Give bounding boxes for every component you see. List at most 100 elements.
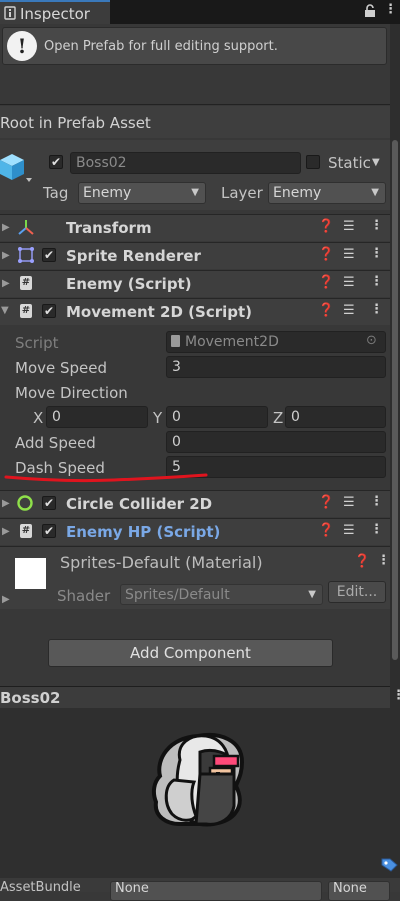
presets-icon[interactable]: ☰ xyxy=(343,247,355,262)
help-icon[interactable]: ❓ xyxy=(318,247,334,262)
tag-dropdown[interactable]: Enemy ▼ xyxy=(78,182,206,204)
script-label: Script xyxy=(15,334,59,352)
help-icon[interactable]: ❓ xyxy=(318,523,334,538)
edit-shader-button[interactable]: Edit... xyxy=(328,581,386,603)
more-options-icon[interactable]: ⋮ xyxy=(370,302,383,317)
move-speed-label: Move Speed xyxy=(15,359,108,377)
help-text: Open Prefab for full editing support. xyxy=(44,39,278,54)
script-icon: # xyxy=(20,304,32,318)
more-options-icon[interactable]: ⋮ xyxy=(370,494,383,509)
add-component-button[interactable]: Add Component xyxy=(48,639,333,667)
layer-label: Layer xyxy=(221,184,263,202)
material-preview-swatch xyxy=(15,558,46,589)
foldout-arrow-icon[interactable]: ▶ xyxy=(2,222,10,233)
static-dropdown-icon[interactable]: ▼ xyxy=(372,157,380,168)
lock-icon[interactable] xyxy=(364,4,376,22)
foldout-arrow-icon[interactable]: ▶ xyxy=(2,594,10,605)
scrollbar-thumb[interactable] xyxy=(392,140,398,660)
divider xyxy=(0,104,390,105)
presets-icon[interactable]: ☰ xyxy=(343,495,355,510)
preview-title: Boss02 xyxy=(0,689,61,707)
chevron-down-icon: ▼ xyxy=(191,187,199,198)
foldout-arrow-icon[interactable]: ▶ xyxy=(2,498,10,509)
chevron-down-icon: ▼ xyxy=(308,589,316,600)
sprite-renderer-icon xyxy=(18,247,34,263)
tag-value: Enemy xyxy=(83,185,132,201)
static-label[interactable]: Static xyxy=(328,154,371,172)
more-options-icon[interactable]: ⋮ xyxy=(370,246,383,261)
help-icon[interactable]: ❓ xyxy=(354,554,370,569)
component-name: Enemy HP (Script) xyxy=(66,523,221,541)
label-tag-icon[interactable] xyxy=(381,857,398,872)
component-name: Sprite Renderer xyxy=(66,247,201,265)
more-options-icon[interactable]: ⋮ xyxy=(392,688,400,703)
material-name: Sprites-Default (Material) xyxy=(60,553,263,572)
shader-dropdown[interactable]: Sprites/Default ▼ xyxy=(120,584,323,605)
script-icon: # xyxy=(20,524,32,538)
assetbundle-variant-dropdown[interactable]: None xyxy=(328,881,390,901)
red-underline-annotation xyxy=(4,473,208,483)
more-options-icon[interactable]: ⋮ xyxy=(370,274,383,289)
enabled-checkbox[interactable]: ✔ xyxy=(42,496,56,510)
assetbundle-label: AssetBundle xyxy=(0,880,81,895)
script-icon: # xyxy=(20,276,32,290)
z-label: Z xyxy=(273,409,284,427)
presets-icon[interactable]: ☰ xyxy=(343,219,355,234)
help-icon[interactable]: ❓ xyxy=(318,275,334,290)
presets-icon[interactable]: ☰ xyxy=(343,303,355,318)
x-label: X xyxy=(33,409,44,427)
move-direction-label: Move Direction xyxy=(15,384,128,402)
more-options-icon[interactable]: ⋮ xyxy=(370,522,383,537)
info-circle-icon: ! xyxy=(7,31,37,61)
static-checkbox[interactable] xyxy=(306,155,320,169)
more-options-icon[interactable]: ⋮ xyxy=(370,218,383,233)
enabled-checkbox[interactable]: ✔ xyxy=(42,304,56,318)
object-picker-icon[interactable]: ⊙ xyxy=(366,333,377,348)
direction-z-field[interactable]: 0 xyxy=(285,406,386,428)
prefab-root-label: Root in Prefab Asset xyxy=(0,114,151,132)
active-checkbox[interactable]: ✔ xyxy=(49,155,63,169)
foldout-arrow-expanded-icon[interactable]: ▼ xyxy=(1,305,9,316)
assetbundle-dropdown[interactable]: None xyxy=(110,881,322,901)
help-icon[interactable]: ❓ xyxy=(318,219,334,234)
component-name: Enemy (Script) xyxy=(66,275,192,293)
tag-label: Tag xyxy=(43,184,69,202)
help-box: ! Open Prefab for full editing support. xyxy=(2,27,387,65)
presets-icon[interactable]: ☰ xyxy=(343,275,355,290)
circle-collider-icon xyxy=(17,495,33,511)
tab-inspector[interactable]: Inspector xyxy=(0,0,110,24)
script-field: Movement2D xyxy=(166,331,386,353)
foldout-arrow-icon[interactable]: ▶ xyxy=(2,278,10,289)
prefab-cube-icon xyxy=(0,154,32,182)
move-speed-field[interactable]: 3 xyxy=(166,356,386,378)
help-icon[interactable]: ❓ xyxy=(318,303,334,318)
enabled-checkbox[interactable]: ✔ xyxy=(42,248,56,262)
direction-y-field[interactable]: 0 xyxy=(166,406,268,428)
component-name: Movement 2D (Script) xyxy=(66,303,253,321)
component-name: Transform xyxy=(66,219,152,237)
help-icon[interactable]: ❓ xyxy=(318,495,334,510)
script-file-icon xyxy=(171,335,180,347)
shader-value: Sprites/Default xyxy=(125,587,230,603)
presets-icon[interactable]: ☰ xyxy=(343,523,355,538)
layer-dropdown[interactable]: Enemy ▼ xyxy=(268,182,386,204)
boss-sprite-preview xyxy=(151,733,245,827)
object-name-field[interactable]: Boss02 xyxy=(70,152,301,174)
foldout-arrow-icon[interactable]: ▶ xyxy=(2,250,10,261)
shader-label: Shader xyxy=(57,587,111,605)
layer-value: Enemy xyxy=(273,185,322,201)
info-icon xyxy=(4,6,16,20)
more-options-icon[interactable]: ⋮ xyxy=(377,553,390,568)
y-label: Y xyxy=(153,409,163,427)
tab-title: Inspector xyxy=(20,5,90,23)
add-speed-label: Add Speed xyxy=(15,434,96,452)
assetbundle-value: None xyxy=(115,881,149,896)
foldout-arrow-icon[interactable]: ▶ xyxy=(2,526,10,537)
component-name: Circle Collider 2D xyxy=(66,495,213,513)
chevron-down-icon: ▼ xyxy=(371,187,379,198)
direction-x-field[interactable]: 0 xyxy=(46,406,148,428)
assetbundle-variant-value: None xyxy=(333,881,367,896)
enabled-checkbox[interactable]: ✔ xyxy=(42,524,56,538)
more-options-icon[interactable]: ⋮ xyxy=(384,2,397,17)
add-speed-field[interactable]: 0 xyxy=(166,431,386,453)
